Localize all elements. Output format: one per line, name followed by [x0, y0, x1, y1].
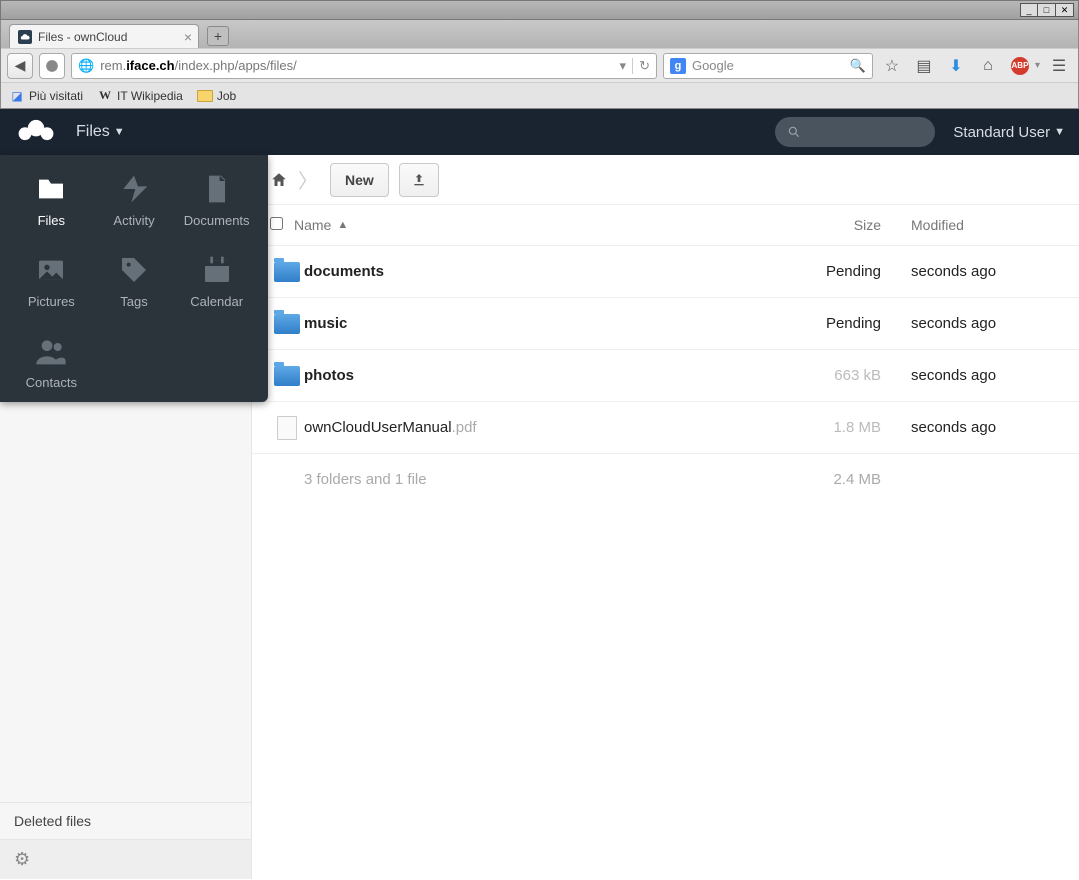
file-name: photos — [304, 367, 761, 384]
upload-icon — [411, 172, 427, 188]
folder-icon — [197, 90, 213, 102]
window-titlebar: _ □ ✕ — [0, 0, 1079, 20]
file-row[interactable]: photos663 kBseconds ago — [252, 349, 1079, 401]
app-body: Deleted files ⚙ Files Activity Documents… — [0, 155, 1079, 879]
downloads-icon[interactable]: ⬇ — [943, 53, 969, 79]
header-size[interactable]: Size — [761, 217, 881, 233]
summary-row: 3 folders and 1 file 2.4 MB — [252, 453, 1079, 505]
bookmark-most-visited[interactable]: ◪ Più visitati — [9, 88, 83, 104]
app-pictures[interactable]: Pictures — [10, 254, 93, 309]
chevron-down-icon: ▼ — [114, 126, 125, 138]
summary-text: 3 folders and 1 file — [304, 471, 761, 488]
bookmark-wikipedia[interactable]: W IT Wikipedia — [97, 88, 183, 104]
controls-bar: 〉 New — [252, 155, 1079, 205]
most-visited-icon: ◪ — [9, 88, 25, 104]
app-files[interactable]: Files — [10, 173, 93, 228]
abp-dropdown-icon[interactable]: ▾ — [1035, 60, 1040, 71]
window-minimize-button[interactable]: _ — [1020, 3, 1038, 17]
chevron-down-icon: ▼ — [1054, 126, 1065, 138]
app-calendar[interactable]: Calendar — [175, 254, 258, 309]
sidebar-deleted-files[interactable]: Deleted files — [0, 803, 251, 839]
home-icon[interactable]: ⌂ — [975, 53, 1001, 79]
file-row[interactable]: musicPendingseconds ago — [252, 297, 1079, 349]
sidebar-settings-button[interactable]: ⚙ — [0, 839, 251, 879]
window-close-button[interactable]: ✕ — [1056, 3, 1074, 17]
bookmark-star-icon[interactable]: ☆ — [879, 53, 905, 79]
tab-close-button[interactable]: × — [184, 29, 192, 45]
file-modified: seconds ago — [881, 419, 1061, 436]
folder-icon — [274, 366, 300, 386]
sort-asc-icon: ▲ — [337, 219, 348, 231]
file-table-header: Name ▲ Size Modified — [252, 205, 1079, 245]
dropdown-icon[interactable]: ▾ — [620, 58, 627, 74]
new-button[interactable]: New — [330, 163, 389, 197]
file-panel: 〉 New Name ▲ Size Modified documentsPend… — [252, 155, 1079, 879]
browser-chrome: Files - ownCloud × + ◀ 🌐 rem.iface.ch/in… — [0, 20, 1079, 109]
reload-button[interactable]: ↻ — [632, 58, 650, 74]
folder-icon — [274, 262, 300, 282]
folder-icon — [274, 314, 300, 334]
browser-tab[interactable]: Files - ownCloud × — [9, 24, 199, 48]
back-button[interactable]: ◀ — [7, 53, 33, 79]
file-modified: seconds ago — [881, 263, 1061, 280]
abp-icon[interactable]: ABP — [1007, 53, 1033, 79]
file-size: Pending — [761, 263, 881, 280]
url-text: rem.iface.ch/index.php/apps/files/ — [100, 58, 297, 73]
new-tab-button[interactable]: + — [207, 26, 229, 46]
bookmark-job[interactable]: Job — [197, 89, 236, 103]
gear-icon: ⚙ — [14, 849, 30, 870]
file-size: 1.8 MB — [761, 419, 881, 436]
file-rows: documentsPendingseconds agomusicPendings… — [252, 245, 1079, 453]
globe-icon: 🌐 — [78, 58, 94, 74]
header-name[interactable]: Name ▲ — [294, 217, 761, 233]
library-icon[interactable]: ▤ — [911, 53, 937, 79]
header-search[interactable] — [775, 117, 935, 147]
search-box[interactable]: g Google 🔍 — [663, 53, 873, 79]
file-icon — [277, 416, 297, 440]
file-name: ownCloudUserManual.pdf — [304, 419, 761, 436]
header-modified[interactable]: Modified — [881, 217, 1061, 233]
bookmarks-bar: ◪ Più visitati W IT Wikipedia Job — [1, 82, 1078, 108]
app-contacts[interactable]: Contacts — [10, 335, 93, 390]
app-activity[interactable]: Activity — [93, 173, 176, 228]
wikipedia-icon: W — [97, 88, 113, 104]
file-name: music — [304, 315, 761, 332]
upload-button[interactable] — [399, 163, 439, 197]
breadcrumb-home[interactable] — [264, 164, 294, 196]
file-modified: seconds ago — [881, 367, 1061, 384]
breadcrumb-separator-icon: 〉 — [298, 165, 318, 194]
file-row[interactable]: documentsPendingseconds ago — [252, 245, 1079, 297]
window-maximize-button[interactable]: □ — [1038, 3, 1056, 17]
site-identity-button[interactable] — [39, 53, 65, 79]
tab-title: Files - ownCloud — [38, 30, 127, 44]
search-submit-icon[interactable]: 🔍 — [850, 58, 866, 74]
hamburger-menu-icon[interactable]: ☰ — [1046, 53, 1072, 79]
cloud-favicon-icon — [18, 30, 32, 44]
home-icon — [270, 171, 288, 189]
owncloud-logo-icon[interactable] — [14, 118, 58, 147]
app-selector[interactable]: Files ▼ — [76, 123, 125, 141]
summary-size: 2.4 MB — [761, 471, 881, 488]
nav-toolbar: ◀ 🌐 rem.iface.ch/index.php/apps/files/ ▾… — [1, 48, 1078, 82]
url-bar[interactable]: 🌐 rem.iface.ch/index.php/apps/files/ ▾ ↻ — [71, 53, 657, 79]
google-engine-icon: g — [670, 58, 686, 74]
app-header: Files ▼ Standard User ▼ — [0, 109, 1079, 155]
app-tags[interactable]: Tags — [93, 254, 176, 309]
file-size: 663 kB — [761, 367, 881, 384]
file-size: Pending — [761, 315, 881, 332]
search-placeholder: Google — [692, 58, 734, 73]
search-icon — [787, 125, 801, 139]
file-row[interactable]: ownCloudUserManual.pdf1.8 MBseconds ago — [252, 401, 1079, 453]
file-modified: seconds ago — [881, 315, 1061, 332]
user-menu[interactable]: Standard User ▼ — [953, 124, 1065, 141]
tab-strip: Files - ownCloud × + — [1, 20, 1078, 48]
app-launcher-menu: Files Activity Documents Pictures Tags C… — [0, 155, 268, 402]
select-all-checkbox[interactable] — [270, 217, 283, 230]
app-documents[interactable]: Documents — [175, 173, 258, 228]
file-name: documents — [304, 263, 761, 280]
